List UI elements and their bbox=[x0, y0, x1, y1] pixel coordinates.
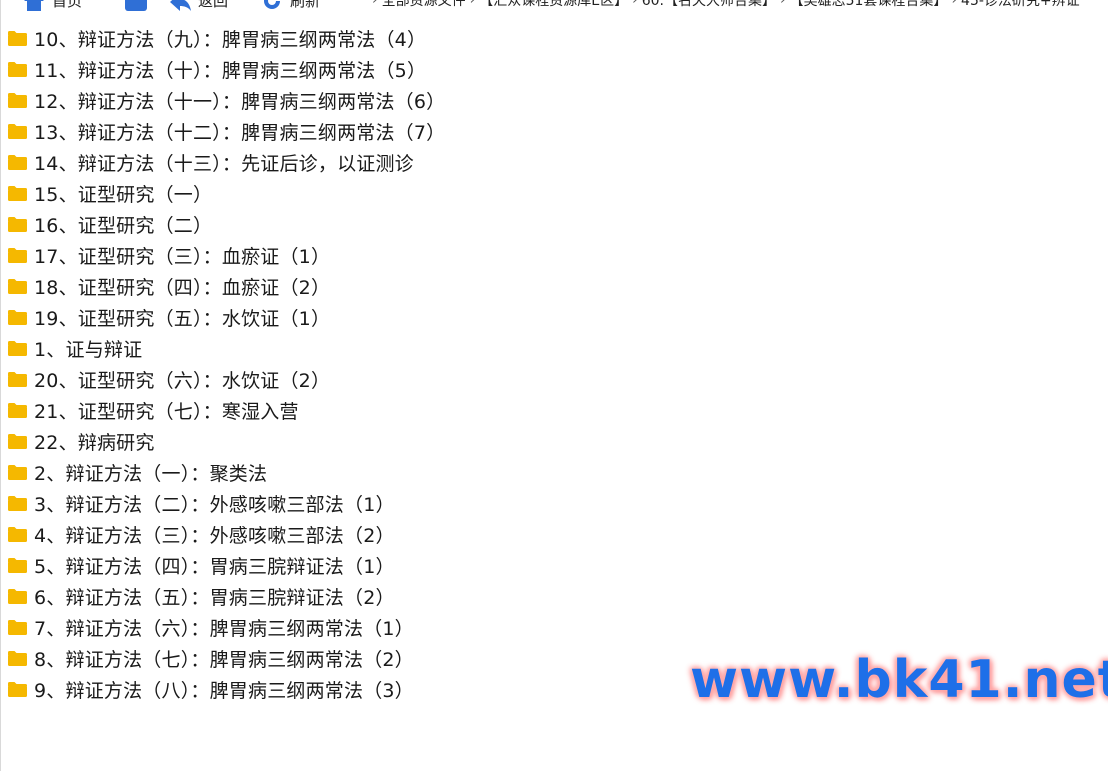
folder-item[interactable]: 11、辩证方法（十）：脾胃病三纲两常法（5） bbox=[0, 54, 660, 85]
folder-icon bbox=[8, 682, 27, 697]
folder-icon bbox=[8, 434, 27, 449]
folder-icon bbox=[8, 186, 27, 201]
folder-item[interactable]: 5、辩证方法（四）：胃病三脘辩证法（1） bbox=[0, 550, 660, 581]
folder-item[interactable]: 17、证型研究（三）：血瘀证（1） bbox=[0, 240, 660, 271]
folder-name: 17、证型研究（三）：血瘀证（1） bbox=[34, 246, 331, 268]
breadcrumb-item[interactable]: 45-诊法研究+辨证 bbox=[961, 0, 1080, 10]
back-icon bbox=[170, 0, 192, 11]
folder-name: 5、辩证方法（四）：胃病三脘辩证法（1） bbox=[34, 556, 395, 578]
folder-name: 2、辩证方法（一）：聚类法 bbox=[34, 463, 268, 485]
home-button[interactable]: 首页 bbox=[22, 0, 82, 11]
folder-icon bbox=[8, 124, 27, 139]
folder-icon bbox=[8, 341, 27, 356]
folder-item[interactable]: 9、辩证方法（八）：脾胃病三纲两常法（3） bbox=[0, 674, 660, 705]
folder-name: 1、证与辩证 bbox=[34, 339, 143, 361]
folder-list: 10、辩证方法（九）：脾胃病三纲两常法（4） 11、辩证方法（十）：脾胃病三纲两常… bbox=[0, 23, 660, 705]
folder-item[interactable]: 22、辩病研究 bbox=[0, 426, 660, 457]
folder-icon bbox=[8, 496, 27, 511]
folder-item[interactable]: 4、辩证方法（三）：外感咳嗽三部法（2） bbox=[0, 519, 660, 550]
home-label: 首页 bbox=[52, 0, 83, 10]
folder-item[interactable]: 2、辩证方法（一）：聚类法 bbox=[0, 457, 660, 488]
folder-icon bbox=[8, 93, 27, 108]
folder-item[interactable]: 18、证型研究（四）：血瘀证（2） bbox=[0, 271, 660, 302]
folder-name: 8、辩证方法（七）：脾胃病三纲两常法（2） bbox=[34, 649, 414, 671]
watermark: www.bk41.net bbox=[690, 650, 1108, 710]
folder-icon bbox=[8, 620, 27, 635]
breadcrumb-item[interactable]: 60.【名天大师合集】 bbox=[642, 0, 776, 10]
folder-name: 15、证型研究（一） bbox=[34, 184, 213, 206]
back-button[interactable]: 返回 bbox=[124, 0, 228, 11]
folder-item[interactable]: 8、辩证方法（七）：脾胃病三纲两常法（2） bbox=[0, 643, 660, 674]
folder-icon bbox=[8, 403, 27, 418]
folder-icon bbox=[8, 651, 27, 666]
stop-icon bbox=[125, 0, 148, 11]
folder-item[interactable]: 10、辩证方法（九）：脾胃病三纲两常法（4） bbox=[0, 23, 660, 54]
folder-name: 22、辩病研究 bbox=[34, 432, 155, 454]
home-icon bbox=[24, 0, 44, 11]
folder-name: 9、辩证方法（八）：脾胃病三纲两常法（3） bbox=[34, 680, 414, 702]
folder-item[interactable]: 14、辩证方法（十三）：先证后诊，以证测诊 bbox=[0, 147, 660, 178]
folder-name: 4、辩证方法（三）：外感咳嗽三部法（2） bbox=[34, 525, 395, 547]
back-label: 返回 bbox=[198, 0, 229, 10]
folder-name: 19、证型研究（五）：水饮证（1） bbox=[34, 308, 331, 330]
folder-icon bbox=[8, 31, 27, 46]
breadcrumb-item[interactable]: 【汇众课程资源库E区】 bbox=[479, 0, 628, 10]
folder-item[interactable]: 19、证型研究（五）：水饮证（1） bbox=[0, 302, 660, 333]
folder-name: 7、辩证方法（六）：脾胃病三纲两常法（1） bbox=[34, 618, 414, 640]
breadcrumb-separator: › bbox=[780, 0, 786, 8]
folder-item[interactable]: 1、证与辩证 bbox=[0, 333, 660, 364]
folder-item[interactable]: 20、证型研究（六）：水饮证（2） bbox=[0, 364, 660, 395]
folder-item[interactable]: 12、辩证方法（十一）：脾胃病三纲两常法（6） bbox=[0, 85, 660, 116]
folder-name: 3、辩证方法（二）：外感咳嗽三部法（1） bbox=[34, 494, 395, 516]
folder-item[interactable]: 21、证型研究（七）：寒湿入营 bbox=[0, 395, 660, 426]
folder-icon bbox=[8, 527, 27, 542]
folder-icon bbox=[8, 279, 27, 294]
breadcrumb-separator: › bbox=[469, 0, 476, 8]
breadcrumb-item[interactable]: 全部资源文件 bbox=[382, 0, 466, 10]
refresh-button[interactable]: 刷新 bbox=[260, 0, 320, 11]
folder-item[interactable]: 13、辩证方法（十二）：脾胃病三纲两常法（7） bbox=[0, 116, 660, 147]
toolbar: 首页 返回 刷新 › 全部资源文件 › 【汇众课程资源库E区】 › 60.【名天… bbox=[0, 0, 1108, 12]
folder-name: 16、证型研究（二） bbox=[34, 215, 213, 237]
folder-name: 12、辩证方法（十一）：脾胃病三纲两常法（6） bbox=[34, 91, 446, 113]
folder-icon bbox=[8, 310, 27, 325]
folder-item[interactable]: 16、证型研究（二） bbox=[0, 209, 660, 240]
folder-name: 20、证型研究（六）：水饮证（2） bbox=[34, 370, 331, 392]
folder-name: 21、证型研究（七）：寒湿入营 bbox=[34, 401, 299, 423]
folder-name: 10、辩证方法（九）：脾胃病三纲两常法（4） bbox=[34, 29, 427, 51]
refresh-icon bbox=[264, 0, 281, 9]
folder-icon bbox=[8, 248, 27, 263]
breadcrumb: › 全部资源文件 › 【汇众课程资源库E区】 › 60.【名天大师合集】 › 【… bbox=[368, 0, 1080, 10]
folder-icon bbox=[8, 217, 27, 232]
breadcrumb-separator: › bbox=[951, 0, 958, 8]
folder-name: 6、辩证方法（五）：胃病三脘辩证法（2） bbox=[34, 587, 395, 609]
folder-item[interactable]: 6、辩证方法（五）：胃病三脘辩证法（2） bbox=[0, 581, 660, 612]
breadcrumb-separator: › bbox=[372, 0, 378, 8]
folder-icon bbox=[8, 465, 27, 480]
folder-icon bbox=[8, 589, 27, 604]
folder-icon bbox=[8, 558, 27, 573]
folder-name: 11、辩证方法（十）：脾胃病三纲两常法（5） bbox=[34, 60, 427, 82]
folder-name: 13、辩证方法（十二）：脾胃病三纲两常法（7） bbox=[34, 122, 446, 144]
folder-item[interactable]: 7、辩证方法（六）：脾胃病三纲两常法（1） bbox=[0, 612, 660, 643]
folder-icon bbox=[8, 62, 27, 77]
folder-icon bbox=[8, 372, 27, 387]
folder-name: 18、证型研究（四）：血瘀证（2） bbox=[34, 277, 331, 299]
folder-icon bbox=[8, 155, 27, 170]
folder-name: 14、辩证方法（十三）：先证后诊，以证测诊 bbox=[34, 153, 414, 175]
breadcrumb-separator: › bbox=[632, 0, 638, 8]
folder-item[interactable]: 3、辩证方法（二）：外感咳嗽三部法（1） bbox=[0, 488, 660, 519]
refresh-label: 刷新 bbox=[290, 0, 321, 10]
breadcrumb-item[interactable]: 【吴雄志51套课程合集】 bbox=[790, 0, 948, 10]
folder-item[interactable]: 15、证型研究（一） bbox=[0, 178, 660, 209]
